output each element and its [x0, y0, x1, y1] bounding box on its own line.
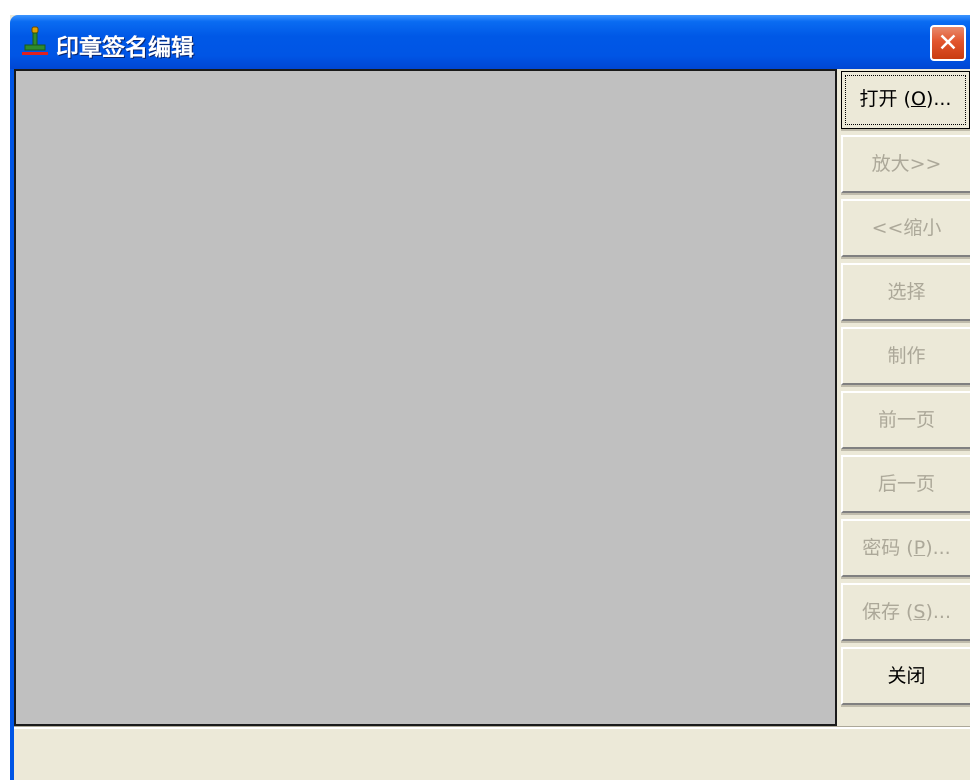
open-button-suffix: )...	[925, 88, 952, 110]
zoom-in-button[interactable]: 放大>>	[841, 135, 970, 193]
save-suffix: )...	[925, 601, 952, 623]
close-label: 关闭	[887, 665, 926, 687]
close-icon[interactable]: ✕	[930, 25, 966, 61]
zoom-out-button[interactable]: <<缩小	[841, 199, 970, 257]
title-bar[interactable]: 印章签名编辑 ✕	[10, 15, 970, 69]
open-button-label: 打开 (	[859, 88, 911, 110]
select-label: 选择	[887, 281, 926, 303]
status-bar	[14, 729, 970, 780]
open-button[interactable]: 打开 (O)...	[841, 71, 970, 129]
signature-editor-window: 印章签名编辑 ✕ 打开 (O)... 放大>> <<缩小 选择 制作 前一页 后…	[10, 15, 970, 780]
next-page-button[interactable]: 后一页	[841, 455, 970, 513]
password-suffix: )...	[925, 537, 951, 559]
save-label: 保存 (	[861, 601, 914, 623]
window-title: 印章签名编辑	[56, 35, 194, 61]
previous-page-label: 前一页	[877, 409, 935, 431]
save-accel: S	[913, 601, 926, 623]
stamp-icon	[22, 26, 48, 55]
save-button[interactable]: 保存 (S)...	[841, 583, 970, 641]
select-button[interactable]: 选择	[841, 263, 970, 321]
open-button-accel: O	[910, 88, 926, 110]
close-button[interactable]: 关闭	[841, 647, 970, 705]
signature-preview-canvas[interactable]	[14, 69, 837, 726]
zoom-out-label: <<缩小	[871, 217, 942, 239]
zoom-in-label: 放大>>	[871, 153, 942, 175]
next-page-label: 后一页	[877, 473, 935, 495]
make-label: 制作	[887, 345, 926, 367]
password-button[interactable]: 密码 (P)...	[841, 519, 970, 577]
password-accel: P	[913, 537, 926, 559]
previous-page-button[interactable]: 前一页	[841, 391, 970, 449]
make-button[interactable]: 制作	[841, 327, 970, 385]
password-label: 密码 (	[862, 537, 914, 559]
